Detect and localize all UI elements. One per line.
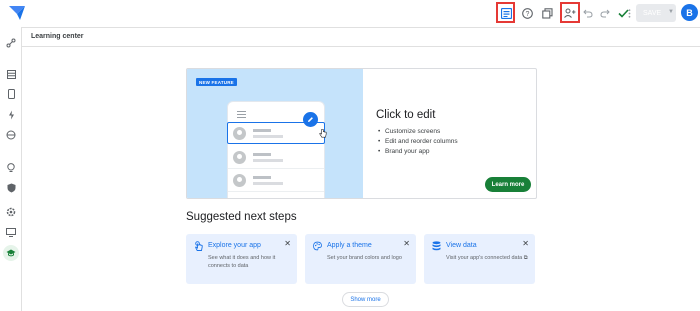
feature-bullet: Brand your app bbox=[378, 147, 458, 157]
card-description: See what it does and how it connects to … bbox=[208, 255, 276, 269]
security-icon[interactable] bbox=[3, 127, 19, 143]
learning-icon[interactable] bbox=[3, 245, 19, 261]
table-icon[interactable] bbox=[3, 66, 19, 82]
suggestion-card-explore[interactable]: Explore your app See what it does and ho… bbox=[186, 234, 297, 284]
preview-icon[interactable] bbox=[498, 5, 514, 21]
list-item bbox=[228, 170, 324, 192]
suggestion-card-theme[interactable]: Apply a theme Set your brand colors and … bbox=[305, 234, 416, 284]
copy-icon[interactable] bbox=[539, 5, 555, 21]
feature-illustration: NEW FEATURE bbox=[187, 69, 363, 198]
lightbulb-icon[interactable] bbox=[3, 160, 19, 176]
feature-title: Click to edit bbox=[376, 109, 436, 121]
edit-pencil-icon bbox=[303, 112, 318, 127]
mobile-icon[interactable] bbox=[3, 86, 19, 102]
page-title: Learning center bbox=[31, 33, 84, 40]
svg-text:?: ? bbox=[525, 11, 529, 18]
data-icon[interactable] bbox=[3, 35, 19, 51]
user-avatar[interactable]: B bbox=[681, 4, 698, 21]
close-icon[interactable]: ✕ bbox=[284, 239, 291, 248]
settings-icon[interactable] bbox=[3, 204, 19, 220]
feature-card: NEW FEATURE Click to edit Customize scre… bbox=[186, 68, 537, 199]
left-rail bbox=[0, 27, 22, 311]
feature-bullet: Customize screens bbox=[378, 127, 458, 137]
shield-icon[interactable] bbox=[3, 180, 19, 196]
list-item bbox=[228, 147, 324, 169]
card-description: Visit your app's connected data ⧉ bbox=[446, 255, 528, 261]
card-title: Explore your app bbox=[208, 242, 261, 249]
automation-icon[interactable] bbox=[3, 107, 19, 123]
palette-icon bbox=[313, 241, 322, 251]
learn-more-button[interactable]: Learn more bbox=[485, 177, 531, 192]
card-title: View data bbox=[446, 242, 477, 249]
feature-bullets: Customize screens Edit and reorder colum… bbox=[378, 127, 458, 157]
menu-icon bbox=[237, 111, 246, 120]
close-icon[interactable]: ✕ bbox=[522, 239, 529, 248]
suggested-title: Suggested next steps bbox=[186, 211, 297, 223]
more-vert-icon[interactable] bbox=[626, 5, 632, 21]
card-description: Set your brand colors and logo bbox=[327, 255, 402, 261]
top-bar: ? SAVE ▼ B bbox=[0, 0, 700, 27]
feature-bullet: Edit and reorder columns bbox=[378, 137, 458, 147]
monitor-icon[interactable] bbox=[3, 224, 19, 240]
show-more-button[interactable]: Show more bbox=[342, 292, 389, 307]
new-feature-badge: NEW FEATURE bbox=[196, 78, 237, 86]
appsheet-logo[interactable] bbox=[8, 5, 26, 21]
database-icon bbox=[432, 241, 441, 251]
undo-icon[interactable] bbox=[580, 5, 596, 21]
page-header: Learning center bbox=[22, 27, 700, 47]
suggestion-card-data[interactable]: View data Visit your app's connected dat… bbox=[424, 234, 535, 284]
redo-icon[interactable] bbox=[597, 5, 613, 21]
help-icon[interactable]: ? bbox=[519, 5, 535, 21]
card-title: Apply a theme bbox=[327, 242, 372, 249]
share-icon[interactable] bbox=[562, 5, 578, 21]
hand-cursor-icon bbox=[319, 129, 327, 138]
close-icon[interactable]: ✕ bbox=[403, 239, 410, 248]
chevron-down-icon[interactable]: ▼ bbox=[668, 9, 674, 15]
touch-icon bbox=[195, 241, 203, 251]
